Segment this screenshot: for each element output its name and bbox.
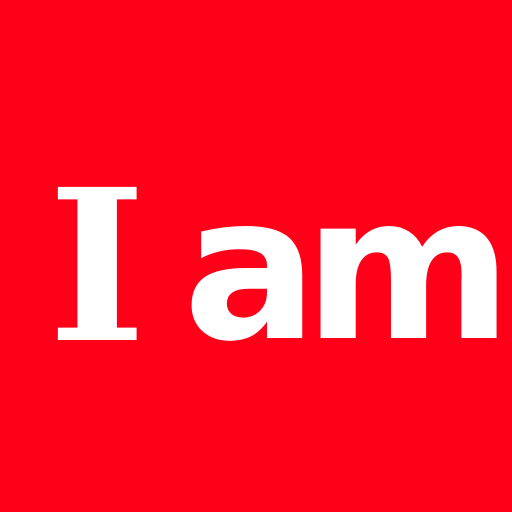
headline-word-am: am [183, 153, 512, 386]
red-canvas: I am [0, 0, 512, 512]
headline-word-i: I [48, 143, 147, 390]
headline: I am [0, 0, 512, 512]
